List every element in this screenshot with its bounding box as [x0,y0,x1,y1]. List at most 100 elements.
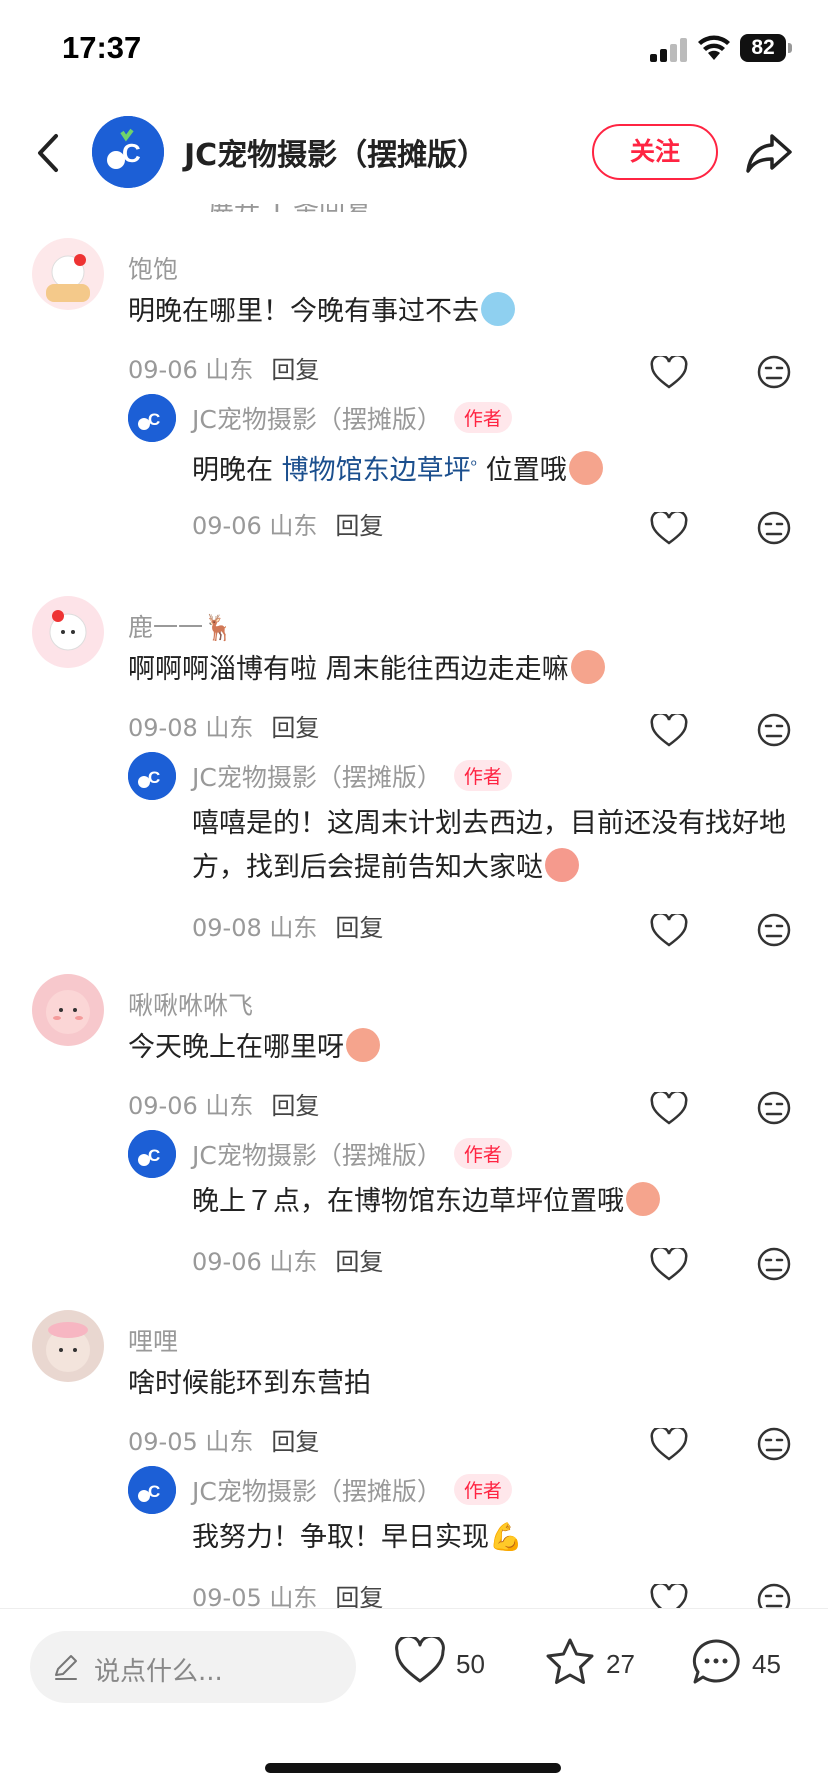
comment-content: 明晚在哪里！今晚有事过不去 [128,290,515,334]
author-badge: 作者 [453,402,512,433]
dislike-icon[interactable] [756,354,792,390]
heart-icon[interactable] [650,914,688,948]
battery-cap [788,43,792,53]
reply-button[interactable]: 回复 [271,1092,319,1120]
reply-username[interactable]: JC宠物摄影（摆摊版） 作者 [192,1136,512,1172]
emoji-icon [626,1182,660,1216]
comment-date: 09-06 [128,1092,198,1120]
comment-username[interactable]: 鹿一一🦌 [128,608,234,644]
heart-icon[interactable] [650,356,688,390]
page-title: JC宠物摄影（摆摊版） [184,138,488,173]
comment-list[interactable]: 饱饱 明晚在哪里！今晚有事过不去 09-06 山东 回复 C JC宠物摄影（摆摊版… [0,204,828,1608]
comment-text: 明晚在哪里！今晚有事过不去 [128,296,479,327]
reply-date: 09-06 [192,512,262,540]
reply-button[interactable]: 回复 [271,356,319,384]
heart-icon[interactable] [650,714,688,748]
reply-date: 09-06 [192,1248,262,1276]
heart-icon[interactable] [650,1248,688,1282]
dislike-icon[interactable] [756,1090,792,1126]
back-icon[interactable] [30,128,66,178]
dislike-icon[interactable] [756,712,792,748]
reply-date: 09-05 [192,1584,262,1608]
avatar[interactable] [32,238,104,310]
reply-text-prefix: 明晚在 [192,455,282,486]
author-badge: 作者 [453,760,512,791]
comment-username[interactable]: 哩哩 [128,1322,178,1358]
emoji-icon [481,292,515,326]
reply-content: 明晚在 博物馆东边草坪ᵒ 位置哦 [192,444,603,493]
follow-button[interactable]: 关注 [592,124,718,180]
reply-username[interactable]: JC宠物摄影（摆摊版） 作者 [192,1472,512,1508]
favorite-count: 27 [606,1649,635,1679]
heart-icon[interactable] [650,1428,688,1462]
reply-location: 山东 [269,914,318,942]
reply-avatar[interactable]: C [128,1130,176,1178]
comment-username[interactable]: 啾啾咻咻飞 [128,986,253,1022]
signal-icon [650,38,687,62]
reply-button[interactable]: 回复 [335,512,383,540]
reply-meta: 09-08 山东 回复 [192,908,383,943]
svg-text:C: C [148,1482,160,1501]
reply-location: 山东 [269,1248,318,1276]
wifi-icon [698,35,730,60]
reply-content: 嘻嘻是的！这周末计划去西边，目前还没有找好地方，找到后会提前告知大家哒 [192,802,798,890]
header-avatar[interactable]: C [92,116,164,188]
comment-input-placeholder: 说点什么... [94,1657,223,1687]
author-badge: 作者 [453,1138,512,1169]
heart-icon[interactable] [650,1584,688,1608]
bottom-action-bar: 说点什么... 50 27 45 [0,1608,828,1792]
share-icon[interactable] [744,128,794,176]
reply-location: 山东 [269,1584,318,1608]
home-indicator[interactable] [265,1763,561,1773]
like-button[interactable]: 50 [394,1635,494,1695]
reply-avatar[interactable]: C [128,394,176,442]
dislike-icon[interactable] [756,1246,792,1282]
reply-username-text: JC宠物摄影（摆摊版） [192,1141,442,1170]
comment-content: 今天晚上在哪里呀 [128,1026,380,1070]
reply-button[interactable]: 回复 [271,714,319,742]
comment-username[interactable]: 饱饱 [128,250,178,286]
reply-username-text: JC宠物摄影（摆摊版） [192,763,442,792]
dislike-icon[interactable] [756,510,792,546]
reply-meta: 09-06 山东 回复 [192,506,383,541]
author-badge: 作者 [453,1474,512,1505]
reply-content: 我努力！争取！早日实现💪 [192,1516,523,1560]
reply-date: 09-08 [192,914,262,942]
dislike-icon[interactable] [756,1426,792,1462]
reply-avatar[interactable]: C [128,752,176,800]
comment-icon [692,1639,740,1684]
favorite-button[interactable]: 27 [544,1635,644,1695]
reply-content: 晚上７点，在博物馆东边草坪位置哦 [192,1180,660,1224]
heart-icon [395,1637,445,1683]
comment-meta: 09-06 山东 回复 [128,1086,319,1121]
reply-button[interactable]: 回复 [335,914,383,942]
battery-level: 82 [740,34,786,62]
dislike-icon[interactable] [756,1582,792,1608]
comment-button[interactable]: 45 [690,1635,800,1695]
reply-button[interactable]: 回复 [335,1584,383,1608]
reply-button[interactable]: 回复 [335,1248,383,1276]
reply-avatar[interactable]: C [128,1466,176,1514]
reply-button[interactable]: 回复 [271,1428,319,1456]
comment-text: 啥时候能环到东营拍 [128,1368,371,1399]
comment-input[interactable]: 说点什么... [30,1631,356,1703]
comment-content: 啥时候能环到东营拍 [128,1362,371,1406]
avatar[interactable] [32,596,104,668]
reply-username[interactable]: JC宠物摄影（摆摊版） 作者 [192,758,512,794]
avatar[interactable] [32,974,104,1046]
avatar[interactable] [32,1310,104,1382]
comment-content: 啊啊啊淄博有啦 周末能往西边走走嘛 [128,648,605,692]
heart-icon[interactable] [650,512,688,546]
status-time: 17:37 [62,30,142,65]
reply-text-suffix: 位置哦 [477,455,567,486]
location-link[interactable]: 博物馆东边草坪 [282,455,471,486]
comment-location: 山东 [205,1092,254,1120]
reply-username[interactable]: JC宠物摄影（摆摊版） 作者 [192,400,512,436]
pen-icon [55,1655,77,1680]
comment-date: 09-08 [128,714,198,742]
dislike-icon[interactable] [756,912,792,948]
comment-meta: 09-08 山东 回复 [128,708,319,743]
heart-icon[interactable] [650,1092,688,1126]
emoji-icon [570,650,605,684]
comment-meta: 09-06 山东 回复 [128,350,319,385]
